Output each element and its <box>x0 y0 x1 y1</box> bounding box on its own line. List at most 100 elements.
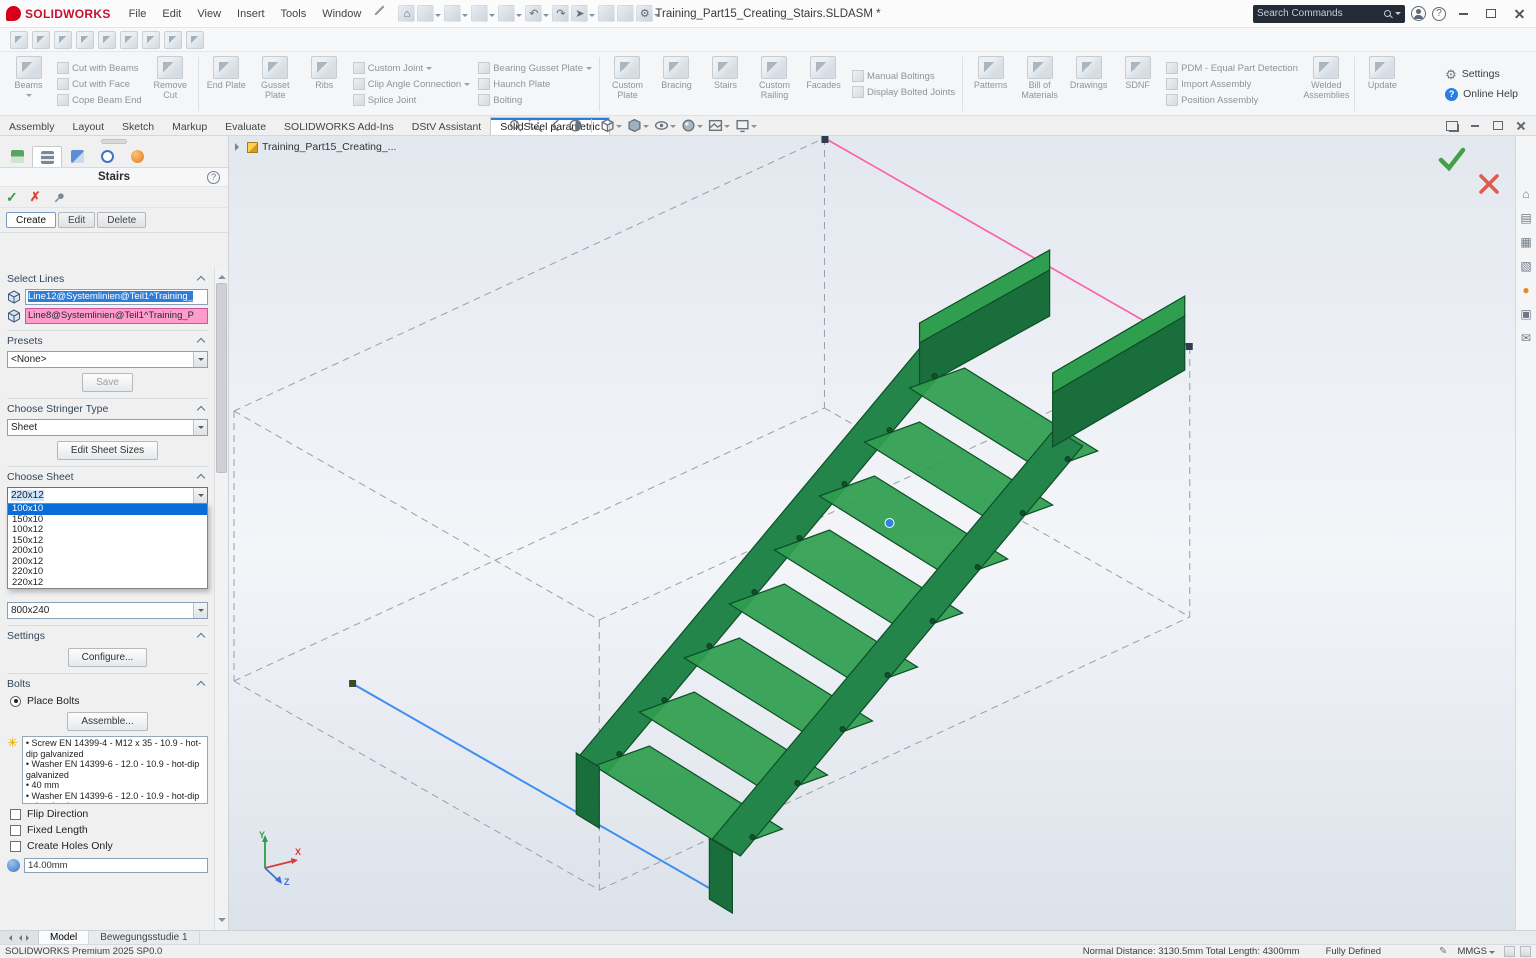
view-orientation-dropdown-icon[interactable] <box>616 125 622 131</box>
design-library-icon[interactable]: ▤ <box>1520 212 1531 225</box>
splice-joint-button[interactable]: Splice Joint <box>353 94 470 106</box>
bill-of-materials-button[interactable]: Bill of Materials <box>1015 54 1064 114</box>
smart-fasteners-icon[interactable] <box>76 31 94 49</box>
collapse-chevron-icon[interactable] <box>197 276 205 284</box>
dropdown-button[interactable] <box>193 352 207 367</box>
manual-boltings-button[interactable]: Manual Boltings <box>852 70 955 82</box>
scrollbar-thumb[interactable] <box>216 283 227 473</box>
view-settings-button[interactable] <box>735 118 757 133</box>
bearing-gusset-dropdown-icon[interactable] <box>586 67 592 73</box>
search-commands-input[interactable]: Search Commands <box>1253 5 1405 23</box>
custom-joint-dropdown-icon[interactable] <box>426 67 432 73</box>
viewport-cancel-button[interactable] <box>1477 172 1501 196</box>
open-dropdown-icon[interactable] <box>462 14 468 20</box>
save-preset-button[interactable]: Save <box>82 373 133 392</box>
reference-geometry-icon[interactable] <box>164 31 182 49</box>
new-dropdown-icon[interactable] <box>435 14 441 20</box>
close-button[interactable] <box>1508 5 1530 23</box>
zoom-to-area-button[interactable] <box>528 118 543 133</box>
custom-properties-icon[interactable]: ▣ <box>1520 308 1531 321</box>
tab-model[interactable]: Model <box>39 931 89 944</box>
custom-plate-button[interactable]: Custom Plate <box>603 54 652 114</box>
print-dropdown-icon[interactable] <box>516 14 522 20</box>
clip-angle-dropdown-icon[interactable] <box>464 83 470 89</box>
stringer-type-dropdown[interactable]: Sheet <box>7 419 208 436</box>
beams-button[interactable]: Beams <box>4 54 53 114</box>
scroll-first-icon[interactable] <box>6 935 12 941</box>
pm-help-icon[interactable]: ? <box>207 171 220 184</box>
facades-button[interactable]: Facades <box>799 54 848 114</box>
apply-scene-button[interactable] <box>708 118 730 133</box>
scroll-left-icon[interactable] <box>16 935 22 941</box>
haunch-plate-button[interactable]: Haunch Plate <box>478 78 592 90</box>
sheet-size-combobox[interactable]: 220x12 <box>7 487 208 504</box>
bracing-button[interactable]: Bracing <box>652 54 701 114</box>
welded-assemblies-button[interactable]: Welded Assemblies <box>1302 54 1351 114</box>
display-bolted-joints-button[interactable]: Display Bolted Joints <box>852 86 955 98</box>
show-hidden-icon[interactable] <box>120 31 138 49</box>
hide-show-items-button[interactable] <box>654 118 676 133</box>
remove-cut-button[interactable]: Remove Cut <box>146 54 195 114</box>
panel-collapse-handle[interactable] <box>101 139 127 144</box>
assemble-button[interactable]: Assemble... <box>67 712 147 731</box>
collapse-chevron-icon[interactable] <box>197 633 205 641</box>
cut-with-beams-button[interactable]: Cut with Beams <box>57 62 142 74</box>
move-component-icon[interactable] <box>98 31 116 49</box>
component-pattern-icon[interactable] <box>54 31 72 49</box>
pm-cancel-button[interactable]: ✗ <box>30 189 41 205</box>
tab-layout[interactable]: Layout <box>64 118 114 135</box>
property-manager-tab[interactable] <box>32 146 62 167</box>
sheet-option[interactable]: 100x12 <box>8 525 207 536</box>
settings-header[interactable]: Settings <box>7 628 208 643</box>
update-button[interactable]: Update <box>1358 54 1407 114</box>
restore-button[interactable] <box>1480 5 1502 23</box>
tab-scroll-controls[interactable] <box>0 931 39 944</box>
view-orientation-button[interactable] <box>600 118 622 133</box>
create-holes-only-checkbox[interactable]: Create Holes Only <box>10 840 208 852</box>
menu-view[interactable]: View <box>189 6 229 22</box>
help-icon[interactable]: ? <box>1432 7 1446 21</box>
landing-sheet-dropdown[interactable]: 800x240 <box>7 602 208 619</box>
configure-button[interactable]: Configure... <box>68 648 148 667</box>
menu-tools[interactable]: Tools <box>273 6 315 22</box>
presets-dropdown[interactable]: <None> <box>7 351 208 368</box>
collapse-chevron-icon[interactable] <box>197 681 205 689</box>
stairs-button[interactable]: Stairs <box>701 54 750 114</box>
patterns-button[interactable]: Patterns <box>966 54 1015 114</box>
home-button[interactable]: ⌂ <box>398 5 415 22</box>
assembly-root-label[interactable]: Training_Part15_Creating_... <box>262 141 396 153</box>
forum-icon[interactable]: ✉ <box>1521 332 1531 345</box>
sheet-option[interactable]: 220x12 <box>8 578 207 589</box>
presets-header[interactable]: Presets <box>7 333 208 348</box>
grid-button[interactable] <box>617 5 634 22</box>
search-dropdown-icon[interactable] <box>1395 12 1401 18</box>
unit-system-selector[interactable]: MMGS <box>1457 946 1487 957</box>
undo-button[interactable]: ↶ <box>525 5 542 22</box>
file-explorer-icon[interactable]: ▦ <box>1520 236 1531 249</box>
user-account-icon[interactable] <box>1411 6 1426 21</box>
stringer-type-header[interactable]: Choose Stringer Type <box>7 401 208 416</box>
ribs-button[interactable]: Ribs <box>300 54 349 114</box>
dropdown-button[interactable] <box>193 603 207 618</box>
zoom-to-fit-button[interactable] <box>508 118 523 133</box>
print-button[interactable] <box>498 5 515 22</box>
previous-view-button[interactable] <box>548 118 563 133</box>
feature-manager-tab[interactable] <box>2 146 32 167</box>
sheet-option[interactable]: 200x10 <box>8 546 207 557</box>
pm-pin-button[interactable] <box>53 191 66 204</box>
section-view-button[interactable] <box>568 118 583 133</box>
menu-insert[interactable]: Insert <box>229 6 273 22</box>
status-option-icon[interactable] <box>1504 946 1515 957</box>
gusset-plate-button[interactable]: Gusset Plate <box>251 54 300 114</box>
view-palette-icon[interactable]: ▧ <box>1520 260 1531 273</box>
custom-joint-button[interactable]: Custom Joint <box>353 62 470 74</box>
tab-sketch[interactable]: Sketch <box>113 118 163 135</box>
display-style-button[interactable] <box>627 118 649 133</box>
cope-beam-end-button[interactable]: Cope Beam End <box>57 94 142 106</box>
menu-file[interactable]: File <box>121 6 155 22</box>
doc-restore-button[interactable] <box>1491 119 1505 132</box>
import-assembly-button[interactable]: Import Assembly <box>1166 78 1298 90</box>
custom-railing-button[interactable]: Custom Railing <box>750 54 799 114</box>
tab-dstv-assistant[interactable]: DStV Assistant <box>403 118 490 135</box>
edit-sheet-sizes-button[interactable]: Edit Sheet Sizes <box>57 441 158 460</box>
